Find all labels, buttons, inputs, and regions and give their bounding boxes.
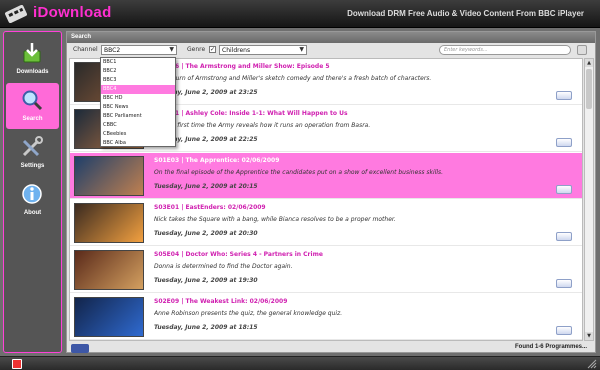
channel-option[interactable]: BBC4: [101, 85, 175, 94]
programme-thumbnail: [74, 250, 144, 290]
programme-description: Donna is determined to find the Doctor a…: [154, 263, 293, 270]
programme-date: Tuesday, June 2, 2009 at 20:30: [154, 230, 258, 237]
programme-description: The return of Armstrong and Miller's ske…: [154, 75, 432, 82]
sidebar-item-label: Downloads: [16, 69, 49, 75]
sidebar-item-downloads[interactable]: Downloads: [6, 36, 59, 82]
programme-title: S02E01 | Ashley Cole: Inside 1-1: What W…: [154, 110, 348, 117]
programme-description: Anne Robinson presents the quiz, the gen…: [154, 310, 343, 317]
app-tagline: Download DRM Free Audio & Video Content …: [347, 9, 584, 18]
sidebar-item-search[interactable]: Search: [6, 83, 59, 129]
sidebar-item-about[interactable]: About: [6, 177, 59, 223]
scroll-thumb[interactable]: [586, 69, 592, 109]
download-button[interactable]: [556, 91, 572, 100]
programme-date: Tuesday, June 2, 2009 at 20:15: [154, 183, 258, 190]
search-input[interactable]: Enter keywords...: [439, 45, 571, 55]
programme-title: S03E01 | EastEnders: 02/06/2009: [154, 204, 266, 211]
resize-grip-icon[interactable]: [587, 359, 597, 369]
chevron-down-icon: ▼: [299, 46, 304, 53]
download-button[interactable]: [556, 185, 572, 194]
channel-dropdown: BBC1 BBC2 BBC3 BBC4 BBC HD BBC News BBC Parlia…: [100, 57, 176, 147]
scroll-up-arrow-icon[interactable]: ▲: [585, 59, 593, 67]
app-badge-icon[interactable]: [12, 359, 22, 369]
channel-option[interactable]: BBC HD: [101, 94, 175, 103]
programme-title: S01E03 | The Apprentice: 02/06/2009: [154, 157, 280, 164]
window-footer: [0, 356, 600, 370]
info-icon: [22, 184, 42, 204]
table-row[interactable]: S03E01 | EastEnders: 02/06/2009 Nick take…: [70, 200, 582, 246]
channel-select[interactable]: BBC2 ▼: [101, 45, 177, 55]
genre-checkbox[interactable]: ✓: [209, 46, 216, 53]
status-text: Found 1-6 Programmes...: [514, 344, 587, 350]
sidebar-item-label: Settings: [20, 163, 45, 169]
programme-thumbnail: [74, 297, 144, 337]
channel-label: Channel: [73, 46, 98, 53]
scroll-down-arrow-icon[interactable]: ▼: [585, 332, 593, 340]
channel-option[interactable]: CBBC: [101, 121, 175, 130]
channel-option[interactable]: BBC Alba: [101, 139, 175, 148]
channel-option[interactable]: CBeebies: [101, 130, 175, 139]
channel-option[interactable]: BBC Parliament: [101, 112, 175, 121]
genre-label: Genre: [187, 46, 206, 53]
programme-thumbnail: [74, 156, 144, 196]
film-reel-icon: [5, 5, 27, 23]
sidebar-item-label: Search: [22, 116, 43, 122]
programme-thumbnail: [74, 203, 144, 243]
sidebar: Downloads Search Settings About: [3, 31, 62, 353]
programme-title: S05E04 | Doctor Who: Series 4 - Partners…: [154, 251, 323, 258]
magnifier-icon: [22, 90, 43, 111]
programme-title: S01E06 | The Armstrong and Miller Show: …: [154, 63, 330, 70]
download-button[interactable]: [556, 138, 572, 147]
filter-bar: Channel BBC2 ▼ Genre ✓ Childrens ▼ Enter…: [67, 43, 595, 57]
programme-description: On the final episode of the Apprentice t…: [154, 169, 444, 176]
channel-option[interactable]: BBC News: [101, 103, 175, 112]
tools-icon: [22, 136, 43, 157]
table-row[interactable]: S01E03 | The Apprentice: 02/06/2009 On th…: [70, 153, 582, 199]
channel-option[interactable]: BBC2: [101, 67, 175, 76]
channel-select-value: BBC2: [104, 47, 121, 54]
results-scrollbar[interactable]: ▲ ▼: [584, 58, 594, 341]
programme-date: Tuesday, June 2, 2009 at 19:30: [154, 277, 258, 284]
download-button[interactable]: [556, 232, 572, 241]
app-title: iDownload: [33, 4, 112, 21]
search-icon[interactable]: [577, 45, 587, 55]
panel-header: Search: [67, 32, 595, 43]
programme-description: For the first time the Army reveals how …: [154, 122, 371, 129]
download-button[interactable]: [556, 326, 572, 335]
chevron-down-icon: ▼: [169, 46, 174, 53]
genre-select-value: Childrens: [222, 47, 251, 54]
refresh-icon[interactable]: [71, 344, 89, 353]
channel-option[interactable]: BBC1: [101, 58, 175, 67]
genre-select[interactable]: Childrens ▼: [219, 45, 307, 55]
sidebar-item-label: About: [23, 210, 42, 216]
title-bar: iDownload Download DRM Free Audio & Vide…: [0, 0, 600, 28]
sidebar-item-settings[interactable]: Settings: [6, 130, 59, 176]
table-row[interactable]: S02E09 | The Weakest Link: 02/06/2009 Ann…: [70, 294, 582, 340]
programme-description: Nick takes the Square with a bang, while…: [154, 216, 396, 223]
status-bar: Found 1-6 Programmes...: [67, 343, 595, 354]
download-button[interactable]: [556, 279, 572, 288]
download-icon: [23, 43, 41, 63]
programme-date: Tuesday, June 2, 2009 at 18:15: [154, 324, 258, 331]
programme-title: S02E09 | The Weakest Link: 02/06/2009: [154, 298, 288, 305]
channel-option[interactable]: BBC3: [101, 76, 175, 85]
table-row[interactable]: S05E04 | Doctor Who: Series 4 - Partners…: [70, 247, 582, 293]
